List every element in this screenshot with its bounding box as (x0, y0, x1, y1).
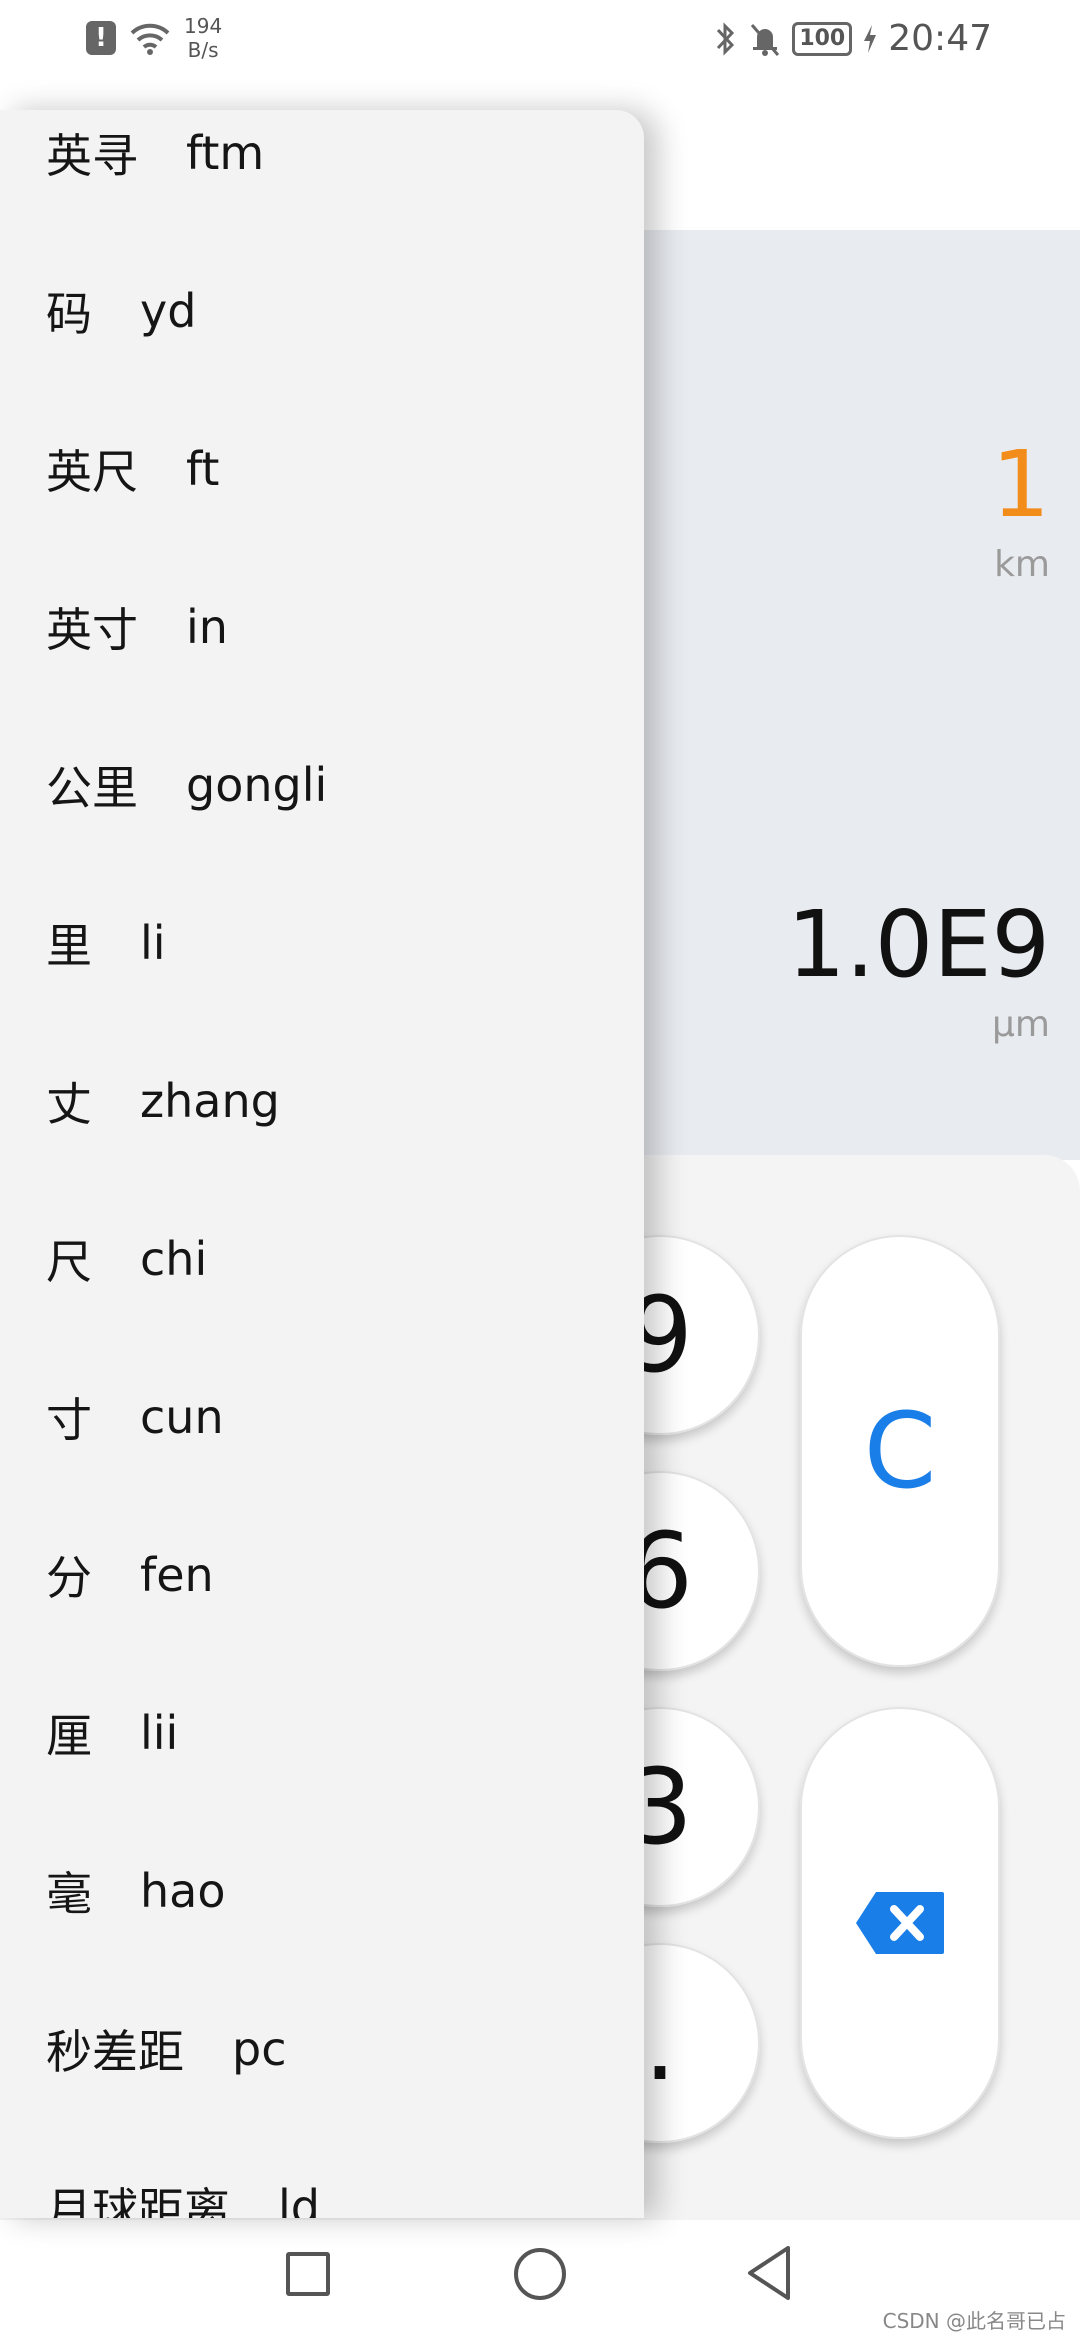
bell-off-icon (751, 23, 780, 56)
unit-list-item[interactable]: 英寸 in (0, 548, 644, 706)
unit-list-item[interactable]: 丈 zhang (0, 1022, 644, 1180)
net-speed-unit: B/s (187, 38, 219, 62)
unit-code: ld (278, 2180, 320, 2218)
unit-list-item[interactable]: 英寻 ftm (0, 110, 644, 232)
unit-name: 丈 (46, 1077, 92, 1131)
unit-list: 英寻 ftm 码 yd 英尺 ft 英寸 in 公里 gongli 里 li 丈 zhang 尺 chi 寸 cu… (0, 110, 644, 2218)
status-left: ! 194 B/s (86, 14, 222, 62)
back-icon[interactable] (744, 2244, 794, 2302)
output-unit[interactable]: μm (787, 1004, 1050, 1045)
unit-list-item[interactable]: 毫 hao (0, 1812, 644, 1970)
home-icon[interactable] (514, 2248, 566, 2300)
unit-list-item[interactable]: 秒差距 pc (0, 1970, 644, 2128)
input-unit[interactable]: km (991, 544, 1050, 585)
unit-code: li (140, 916, 166, 970)
unit-name: 秒差距 (46, 2025, 184, 2079)
unit-list-item[interactable]: 月球距离 ld (0, 2128, 644, 2218)
system-nav-bar: CSDN @此名哥已占 (0, 2220, 1080, 2340)
unit-code: gongli (186, 758, 328, 812)
wifi-icon (130, 23, 170, 55)
output-value: 1.0E9 (787, 891, 1050, 998)
unit-drawer: 英寻 ftm 码 yd 英尺 ft 英寸 in 公里 gongli 里 li 丈 zhang 尺 chi 寸 cu… (0, 110, 644, 2218)
unit-name: 英寻 (46, 129, 138, 183)
unit-code: ft (186, 442, 220, 496)
output-value-block[interactable]: 1.0E9 μm (787, 890, 1050, 1045)
unit-code: hao (140, 1864, 226, 1918)
unit-list-item[interactable]: 英尺 ft (0, 390, 644, 548)
bluetooth-icon (717, 21, 735, 56)
unit-list-item[interactable]: 码 yd (0, 232, 644, 390)
unit-list-item[interactable]: 尺 chi (0, 1180, 644, 1338)
unit-list-item[interactable]: 里 li (0, 864, 644, 1022)
unit-code: cun (140, 1390, 224, 1444)
unit-name: 月球距离 (46, 2183, 230, 2218)
unit-name: 毫 (46, 1867, 92, 1921)
input-value[interactable]: 1 (991, 430, 1050, 540)
unit-list-item[interactable]: 寸 cun (0, 1338, 644, 1496)
unit-list-item[interactable]: 厘 lii (0, 1654, 644, 1812)
unit-name: 尺 (46, 1235, 92, 1289)
unit-code: ftm (186, 126, 265, 180)
input-value-block[interactable]: 1 km (991, 430, 1050, 585)
unit-list-item[interactable]: 分 fen (0, 1496, 644, 1654)
alert-icon: ! (86, 21, 116, 55)
unit-name: 公里 (46, 761, 138, 815)
status-right: 100 20:47 (714, 18, 992, 59)
clear-button[interactable]: C (800, 1235, 1000, 1667)
unit-name: 英寸 (46, 603, 138, 657)
unit-name: 寸 (46, 1393, 92, 1447)
unit-code: zhang (140, 1074, 280, 1128)
unit-code: yd (140, 284, 197, 338)
charging-icon (864, 24, 877, 53)
unit-name: 码 (46, 287, 92, 341)
net-speed-value: 194 (184, 14, 223, 38)
status-bar: ! 194 B/s 100 20:47 (0, 0, 1080, 80)
unit-name: 分 (46, 1551, 92, 1605)
battery-indicator: 100 (792, 21, 853, 56)
delete-button[interactable] (800, 1707, 1000, 2139)
unit-code: pc (232, 2022, 287, 2076)
unit-name: 里 (46, 919, 92, 973)
unit-list-item[interactable]: 公里 gongli (0, 706, 644, 864)
unit-code: chi (140, 1232, 208, 1286)
unit-name: 厘 (46, 1709, 92, 1763)
unit-code: fen (140, 1548, 214, 1602)
recent-apps-icon[interactable] (286, 2252, 330, 2296)
net-speed: 194 B/s (184, 14, 222, 62)
unit-code: lii (140, 1706, 179, 1760)
clock: 20:47 (888, 18, 992, 59)
backspace-icon (856, 1892, 944, 1954)
unit-name: 英尺 (46, 445, 138, 499)
watermark: CSDN @此名哥已占 (882, 2309, 1066, 2333)
unit-code: in (186, 600, 228, 654)
